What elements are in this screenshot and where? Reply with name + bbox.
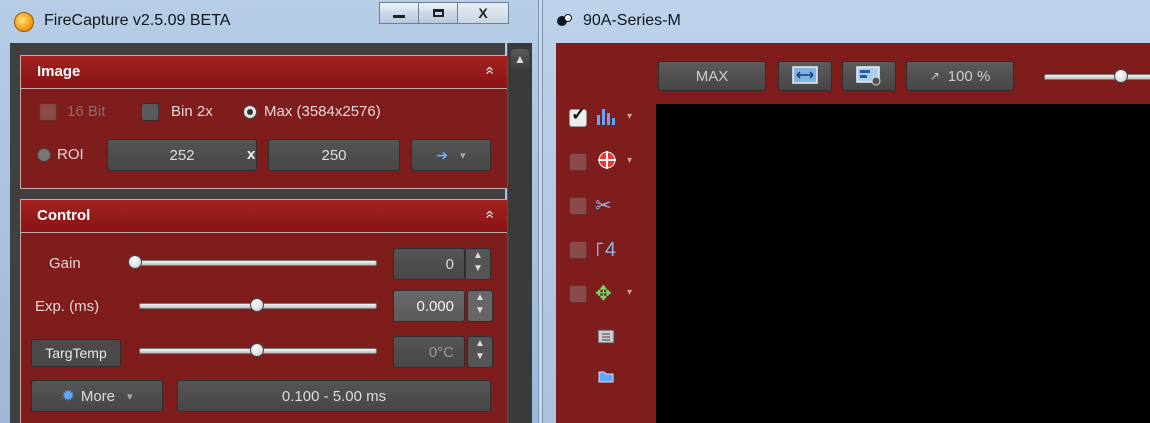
chevron-down-icon[interactable]: ▾ (627, 287, 632, 298)
spin-down-icon[interactable]: ▼ (468, 350, 492, 363)
targtemp-slider-knob[interactable] (250, 343, 264, 357)
bit16-label: 16 Bit (67, 103, 106, 120)
tool-grid[interactable] (569, 325, 659, 355)
chevron-down-icon[interactable]: ▾ (627, 111, 632, 122)
gear-icon: ✹ (61, 388, 75, 405)
exposure-label: Exp. (ms) (35, 298, 100, 315)
minimize-button[interactable] (379, 2, 419, 24)
firecapture-window: FireCapture v2.5.09 BETA X Image » 16 Bi… (0, 0, 539, 423)
camera-preview-canvas[interactable] (656, 104, 1150, 423)
grid-icon (597, 327, 615, 351)
scroll-up-icon[interactable]: ▲ (511, 49, 529, 69)
settings-panel: Image » 16 Bit Bin 2x Max (3584x2576) RO… (10, 43, 510, 423)
spin-up-icon[interactable]: ▲ (468, 291, 492, 304)
tool-histogram[interactable]: ✓ ▾ (569, 103, 659, 133)
bin2x-label: Bin 2x (171, 103, 213, 120)
roi-label: ROI (57, 146, 84, 163)
image-group-header[interactable]: Image » (21, 56, 509, 89)
tracking-checkbox[interactable] (569, 285, 587, 303)
bit16-checkbox[interactable] (39, 103, 57, 121)
zoom-slider-track[interactable] (1044, 74, 1150, 80)
camera-viewer-window: 90A-Series-M MAX ↗ 100 % ✓ ▾ ▾ ✂ ꜒4 ✥ ▾ (542, 0, 1150, 423)
firecapture-app-icon (14, 12, 34, 32)
zoom-slider-knob[interactable] (1114, 69, 1128, 83)
control-group-header[interactable]: Control » (21, 200, 509, 233)
viewer-area: MAX ↗ 100 % ✓ ▾ ▾ ✂ ꜒4 ✥ ▾ (556, 43, 1150, 423)
more-button[interactable]: ✹ More ▾ (31, 380, 163, 412)
exposure-spinner[interactable]: ▲ ▼ (467, 290, 493, 322)
chevron-down-icon: ▾ (127, 390, 133, 403)
control-group: Control » Gain 0 ▲ ▼ Exp. (ms) 0.000 ▲ ▼… (20, 199, 510, 423)
roi-height-input[interactable]: 250 (268, 139, 400, 171)
histogram-checkbox[interactable]: ✓ (569, 104, 587, 127)
collapse-icon[interactable]: » (480, 66, 497, 74)
crosshair-icon (595, 149, 619, 177)
gain-spinner[interactable]: ▲ ▼ (465, 248, 491, 280)
chevron-down-icon[interactable]: ▾ (627, 155, 632, 166)
vertical-scrollbar[interactable]: ▲ (507, 43, 532, 423)
more-label: More (80, 387, 116, 405)
focus-checkbox[interactable] (569, 241, 587, 259)
image-group: Image » 16 Bit Bin 2x Max (3584x2576) RO… (20, 55, 510, 189)
gain-value-input[interactable]: 0 (393, 248, 465, 280)
targtemp-value-input[interactable]: 0°C (393, 336, 465, 368)
focus-icon: ꜒4 (595, 239, 616, 261)
zoom-button[interactable]: ↗ 100 % (906, 61, 1014, 91)
fit-screen-button[interactable] (778, 61, 832, 91)
gain-slider-track[interactable] (135, 260, 377, 266)
tool-crosshair[interactable]: ▾ (569, 147, 659, 177)
spin-up-icon[interactable]: ▲ (468, 337, 492, 350)
collapse-icon[interactable]: » (480, 210, 497, 218)
tool-scissors[interactable]: ✂ (569, 191, 659, 221)
tool-focus[interactable]: ꜒4 (569, 235, 659, 265)
magnifier-icon: ↗ (929, 69, 940, 83)
exposure-value-input[interactable]: 0.000 (393, 290, 465, 322)
gain-label: Gain (49, 255, 81, 272)
roi-radio[interactable] (37, 148, 51, 162)
display-settings-icon (856, 66, 881, 86)
fit-screen-icon (792, 66, 818, 84)
spin-down-icon[interactable]: ▼ (468, 304, 492, 317)
scissors-icon: ✂ (595, 195, 612, 217)
control-group-title: Control (37, 207, 91, 224)
roi-width-input[interactable]: 252 (107, 139, 257, 171)
folder-icon (597, 367, 615, 391)
minimize-icon (393, 14, 405, 18)
camera-icon (557, 14, 572, 26)
image-group-title: Image (37, 63, 81, 80)
checkmark-icon: ✓ (571, 104, 587, 124)
caption-buttons: X (379, 2, 509, 24)
tool-tracking[interactable]: ✥ ▾ (569, 279, 659, 309)
max-button[interactable]: MAX (658, 61, 766, 91)
spin-down-icon[interactable]: ▼ (466, 262, 490, 275)
display-settings-button[interactable] (842, 61, 896, 91)
viewer-title: 90A-Series-M (583, 12, 681, 29)
max-label: Max (3584x2576) (264, 103, 381, 120)
exposure-range-display: 0.100 - 5.00 ms (177, 380, 491, 412)
close-button[interactable]: X (457, 2, 509, 24)
maximize-button[interactable] (418, 2, 458, 24)
chevron-down-icon: ▾ (460, 149, 466, 162)
spin-up-icon[interactable]: ▲ (466, 249, 490, 262)
gain-slider-knob[interactable] (128, 255, 142, 269)
window-title: FireCapture v2.5.09 BETA (44, 12, 231, 29)
crosshair-checkbox[interactable] (569, 153, 587, 171)
max-radio[interactable] (243, 105, 257, 119)
arrow-right-icon: ➔ (436, 146, 449, 163)
scissors-checkbox[interactable] (569, 197, 587, 215)
maximize-icon (432, 9, 444, 17)
bin2x-checkbox[interactable] (141, 103, 159, 121)
roi-x-label: x (247, 146, 256, 163)
roi-apply-button[interactable]: ➔ ▾ (411, 139, 491, 171)
tool-folder[interactable] (569, 365, 659, 395)
targtemp-button[interactable]: TargTemp (31, 339, 121, 367)
title-bar[interactable]: FireCapture v2.5.09 BETA X (0, 0, 538, 42)
zoom-level: 100 % (947, 67, 991, 85)
histogram-icon (595, 105, 619, 133)
viewer-title-bar[interactable]: 90A-Series-M (543, 0, 1150, 42)
exposure-slider-knob[interactable] (250, 298, 264, 312)
tracking-icon: ✥ (595, 283, 612, 305)
targtemp-spinner[interactable]: ▲ ▼ (467, 336, 493, 368)
